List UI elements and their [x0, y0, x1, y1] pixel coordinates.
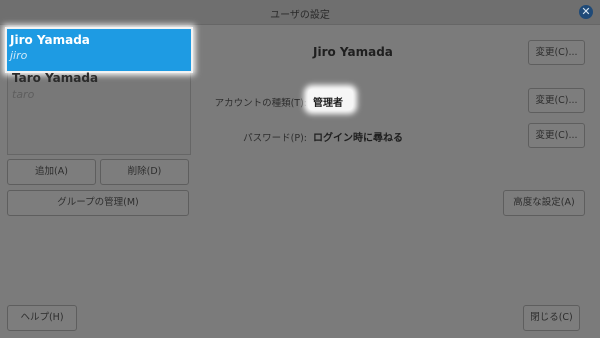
delete-user-button[interactable]: 削除(D): [100, 159, 189, 185]
password-value: ログイン時に尋ねる: [313, 133, 403, 144]
user-login: taro: [12, 88, 35, 101]
close-icon[interactable]: ✕: [579, 5, 593, 19]
account-type-value: 管理者: [313, 98, 343, 109]
close-button[interactable]: 閉じる(C): [523, 305, 580, 331]
help-button[interactable]: ヘルプ(H): [7, 305, 77, 331]
password-label: パスワード(P):: [243, 133, 307, 144]
user-display-name: Jiro Yamada: [313, 45, 393, 59]
advanced-settings-button[interactable]: 高度な設定(A): [503, 190, 585, 216]
list-item-user-taro[interactable]: Taro Yamada taro: [8, 66, 190, 110]
change-account-type-button[interactable]: 変更(C)...: [528, 88, 585, 113]
change-name-button[interactable]: 変更(C)...: [528, 40, 585, 65]
user-name: Jiro Yamada: [10, 33, 90, 47]
user-login: jiro: [10, 49, 28, 62]
window-title: ユーザの設定: [270, 10, 330, 21]
change-password-button[interactable]: 変更(C)...: [528, 123, 585, 148]
user-name: Taro Yamada: [12, 71, 99, 85]
user-settings-window: ユーザの設定 ✕ Jiro Yamada jiro Taro Yamada ta…: [0, 0, 600, 338]
title-bar: ユーザの設定 ✕: [0, 0, 600, 25]
user-list[interactable]: Jiro Yamada jiro Taro Yamada taro: [5, 27, 193, 155]
add-user-button[interactable]: 追加(A): [7, 159, 96, 185]
manage-groups-button[interactable]: グループの管理(M): [7, 190, 189, 216]
account-type-label: アカウントの種類(T):: [214, 98, 307, 109]
